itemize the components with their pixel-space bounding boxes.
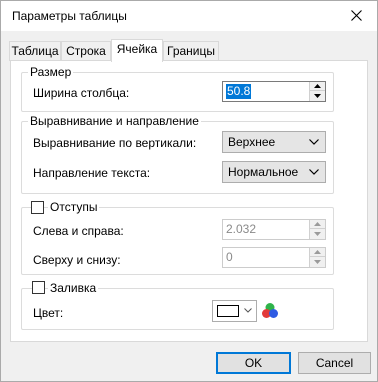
arrow-up-icon	[314, 84, 321, 88]
padding-group-title: Отступы	[48, 200, 100, 214]
cancel-button[interactable]: Cancel	[298, 352, 371, 374]
column-width-arrows	[309, 82, 325, 101]
table-properties-dialog: Параметры таблицы Таблица Строка Ячейка …	[0, 0, 378, 382]
vertical-align-select[interactable]: Верхнее	[222, 131, 326, 153]
close-icon	[351, 10, 362, 21]
chevron-down-icon	[309, 139, 319, 145]
padding-checkbox[interactable]	[31, 201, 44, 214]
chevron-down-icon	[244, 308, 252, 313]
tab-cell[interactable]: Ячейка	[111, 39, 163, 62]
arrow-down-icon	[314, 93, 321, 98]
column-width-increment[interactable]	[310, 82, 325, 91]
arrow-up-icon	[314, 250, 321, 254]
title-bar[interactable]: Параметры таблицы	[1, 1, 377, 31]
top-bottom-spinner[interactable]: 0	[222, 247, 326, 268]
top-bottom-arrows	[309, 248, 325, 267]
vertical-align-value: Верхнее	[228, 135, 276, 149]
left-right-arrows	[309, 220, 325, 239]
alignment-group-title: Выравнивание и направление	[28, 114, 201, 128]
tab-row[interactable]: Строка	[61, 41, 111, 61]
fill-group-title: Заливка	[48, 281, 99, 295]
top-bottom-label: Сверху и снизу:	[33, 253, 121, 267]
chevron-down-icon	[309, 169, 319, 175]
fill-checkbox[interactable]	[32, 281, 45, 294]
tab-table[interactable]: Таблица	[9, 41, 61, 61]
color-label: Цвет:	[33, 306, 64, 320]
tab-borders[interactable]: Границы	[163, 41, 219, 61]
left-right-spinner[interactable]: 2.032	[222, 219, 326, 240]
left-right-decrement[interactable]	[310, 229, 325, 238]
text-direction-value: Нормальное	[228, 165, 299, 179]
top-bottom-increment[interactable]	[310, 248, 325, 257]
text-direction-select[interactable]: Нормальное	[222, 161, 326, 183]
arrow-down-icon	[314, 259, 321, 264]
column-width-spinner[interactable]: 50.8	[222, 81, 326, 102]
text-direction-label: Направление текста:	[33, 166, 151, 180]
ok-button[interactable]: OK	[216, 352, 291, 374]
close-button[interactable]	[343, 4, 371, 28]
column-width-value[interactable]: 50.8	[226, 84, 252, 99]
left-right-label: Слева и справа:	[33, 224, 124, 238]
color-wheel-icon[interactable]	[261, 302, 279, 320]
arrow-down-icon	[314, 231, 321, 236]
vertical-align-label: Выравнивание по вертикали:	[33, 136, 197, 150]
window-title: Параметры таблицы	[12, 9, 127, 23]
column-width-label: Ширина столбца:	[33, 86, 130, 100]
color-swatch-box	[217, 305, 239, 317]
left-right-increment[interactable]	[310, 220, 325, 229]
size-group-title: Размер	[28, 65, 74, 79]
left-right-value: 2.032	[226, 222, 257, 236]
top-bottom-decrement[interactable]	[310, 257, 325, 266]
top-bottom-value: 0	[226, 250, 233, 264]
arrow-up-icon	[314, 222, 321, 226]
column-width-decrement[interactable]	[310, 91, 325, 100]
color-dropdown[interactable]	[212, 300, 257, 322]
